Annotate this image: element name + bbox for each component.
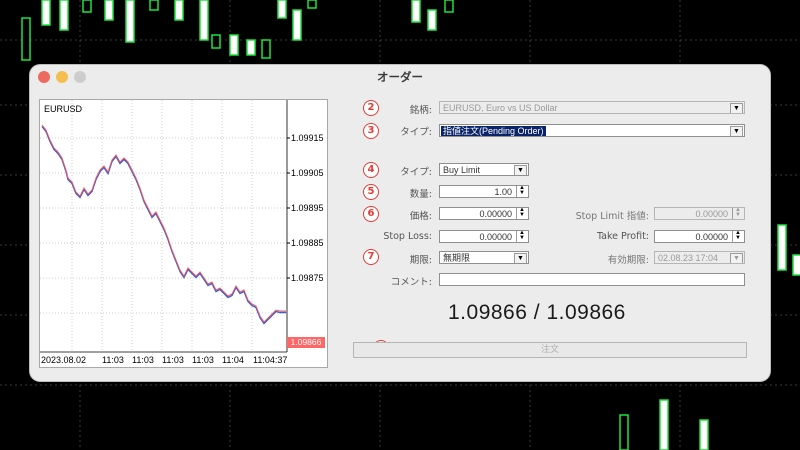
background-candle xyxy=(307,0,317,9)
stop-loss-label: Stop Loss: xyxy=(383,231,432,242)
title-bar: オーダー xyxy=(30,65,770,89)
background-candle xyxy=(149,0,159,11)
background-candle xyxy=(277,0,287,19)
background-candle xyxy=(777,224,787,271)
background-candle xyxy=(411,0,421,23)
spinner-icon[interactable]: ▲ ▼ xyxy=(516,231,527,242)
background-candle xyxy=(211,34,221,49)
pending-type-select[interactable]: Buy Limit ▼ xyxy=(439,163,529,176)
spinner-icon: ▲ ▼ xyxy=(732,208,743,219)
comment-label: コメント: xyxy=(390,277,432,288)
y-tick-label: 1.09905 xyxy=(291,168,324,178)
price-label: 価格: xyxy=(409,211,432,222)
background-candle xyxy=(699,419,709,450)
chevron-down-icon: ▼ xyxy=(730,126,743,136)
background-candle xyxy=(292,9,302,41)
order-type-select[interactable]: 指値注文(Pending Order) ▼ xyxy=(439,124,745,137)
stop-loss-input[interactable]: 0.00000 ▲ ▼ xyxy=(439,230,529,243)
background-candle xyxy=(21,17,31,61)
spinner-icon[interactable]: ▲ ▼ xyxy=(516,186,527,197)
x-tick-label: 11:04:37 xyxy=(253,355,287,365)
chevron-down-icon: ▼ xyxy=(514,165,527,175)
background-candle xyxy=(125,0,135,43)
place-order-button[interactable]: 注文 xyxy=(353,342,747,358)
expiration-select[interactable]: 無期限 ▼ xyxy=(439,251,529,264)
ask-line xyxy=(41,126,286,325)
expiry-date-label: 有効期限: xyxy=(607,255,649,266)
expiry-date-input: 02.08.23 17:04 ▼ xyxy=(654,251,745,264)
maximize-window-button xyxy=(74,71,86,83)
stop-limit-label: Stop Limit 指値: xyxy=(575,211,649,222)
background-candle xyxy=(41,0,51,26)
background-candle xyxy=(229,34,239,56)
take-profit-input[interactable]: 0.00000 ▲ ▼ xyxy=(654,230,745,243)
x-tick-label: 11:03 xyxy=(102,355,124,365)
chevron-down-icon: ▼ xyxy=(730,253,743,263)
price-input[interactable]: 0.00000 ▲ ▼ xyxy=(439,207,529,220)
close-window-button[interactable] xyxy=(38,71,50,83)
symbol-label: 銘柄: xyxy=(409,105,432,116)
bid-price: 1.09866 xyxy=(448,301,528,324)
pending-type-label: タイプ: xyxy=(400,167,432,178)
quote-separator: / xyxy=(533,301,541,324)
stop-limit-input: 0.00000 ▲ ▼ xyxy=(654,207,745,220)
background-candle xyxy=(444,0,454,13)
bid-line xyxy=(41,124,286,323)
minimize-window-button[interactable] xyxy=(56,71,68,83)
spinner-icon[interactable]: ▲ ▼ xyxy=(516,208,527,219)
x-tick-label: 2023.08.02 xyxy=(41,355,86,365)
expiration-label: 期限: xyxy=(409,255,432,266)
x-tick-label: 11:04 xyxy=(222,355,244,365)
background-candle xyxy=(104,0,114,21)
background-candle xyxy=(82,0,92,13)
chevron-down-icon: ▼ xyxy=(514,253,527,263)
symbol-select[interactable]: EURUSD, Euro vs US Dollar ▼ xyxy=(439,101,745,114)
current-price-tag: 1.09866 xyxy=(287,337,325,348)
y-tick-label: 1.09885 xyxy=(291,238,324,248)
comment-input[interactable] xyxy=(439,273,745,286)
type-label: タイプ: xyxy=(400,127,432,138)
background-candle xyxy=(659,399,669,450)
y-tick-label: 1.09915 xyxy=(291,133,324,143)
y-tick-label: 1.09875 xyxy=(291,273,324,283)
background-candle xyxy=(619,414,629,450)
ask-price: 1.09866 xyxy=(546,301,626,324)
order-dialog: オーダー 1.09915 1.09905 1.09895 1.09885 1.09875… xyxy=(30,65,770,381)
background-candle xyxy=(792,254,800,276)
x-tick-label: 11:03 xyxy=(192,355,214,365)
x-tick-label: 11:03 xyxy=(162,355,184,365)
window-title: オーダー xyxy=(377,70,423,84)
tick-chart: 1.09915 1.09905 1.09895 1.09885 1.09875 2023… xyxy=(39,99,328,368)
chart-symbol: EURUSD xyxy=(44,104,83,114)
background-candle xyxy=(59,0,69,31)
volume-input[interactable]: 1.00 ▲ ▼ xyxy=(439,185,529,198)
background-candle xyxy=(246,39,256,56)
tick-chart-svg: 1.09915 1.09905 1.09895 1.09885 1.09875 2023… xyxy=(40,100,324,365)
take-profit-label: Take Profit: xyxy=(596,231,649,242)
background-candle xyxy=(174,0,184,21)
background-candle xyxy=(199,0,209,41)
volume-label: 数量: xyxy=(409,189,432,200)
spinner-icon[interactable]: ▲ ▼ xyxy=(732,231,743,242)
background-candle xyxy=(261,39,271,59)
y-tick-label: 1.09895 xyxy=(291,203,324,213)
x-tick-label: 11:03 xyxy=(132,355,154,365)
chevron-down-icon: ▼ xyxy=(730,103,743,113)
background-candle xyxy=(427,9,437,31)
bid-ask-quote: 1.09866 / 1.09866 xyxy=(448,301,648,325)
